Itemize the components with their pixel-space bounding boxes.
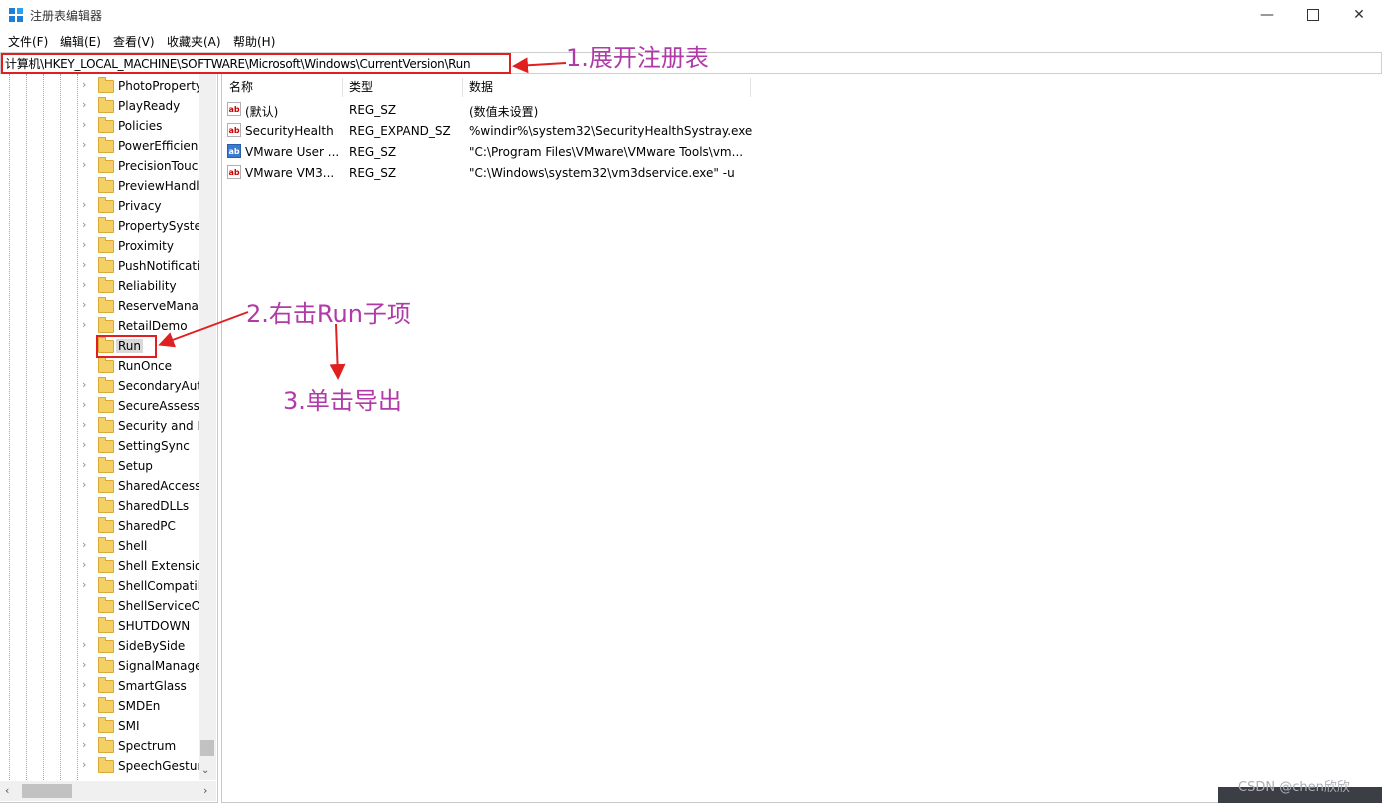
annotation-arrows <box>158 57 567 380</box>
arrow-to-run <box>158 311 249 348</box>
watermark: CSDN @chen欣欣 <box>1238 780 1350 795</box>
annotation-step2: 2.右击Run子项 <box>246 300 411 328</box>
arrow-to-export <box>329 323 346 380</box>
annotation-step1: 1.展开注册表 <box>566 44 709 72</box>
arrow-to-address <box>512 57 567 74</box>
annotation-step3: 3.单击导出 <box>283 387 402 415</box>
